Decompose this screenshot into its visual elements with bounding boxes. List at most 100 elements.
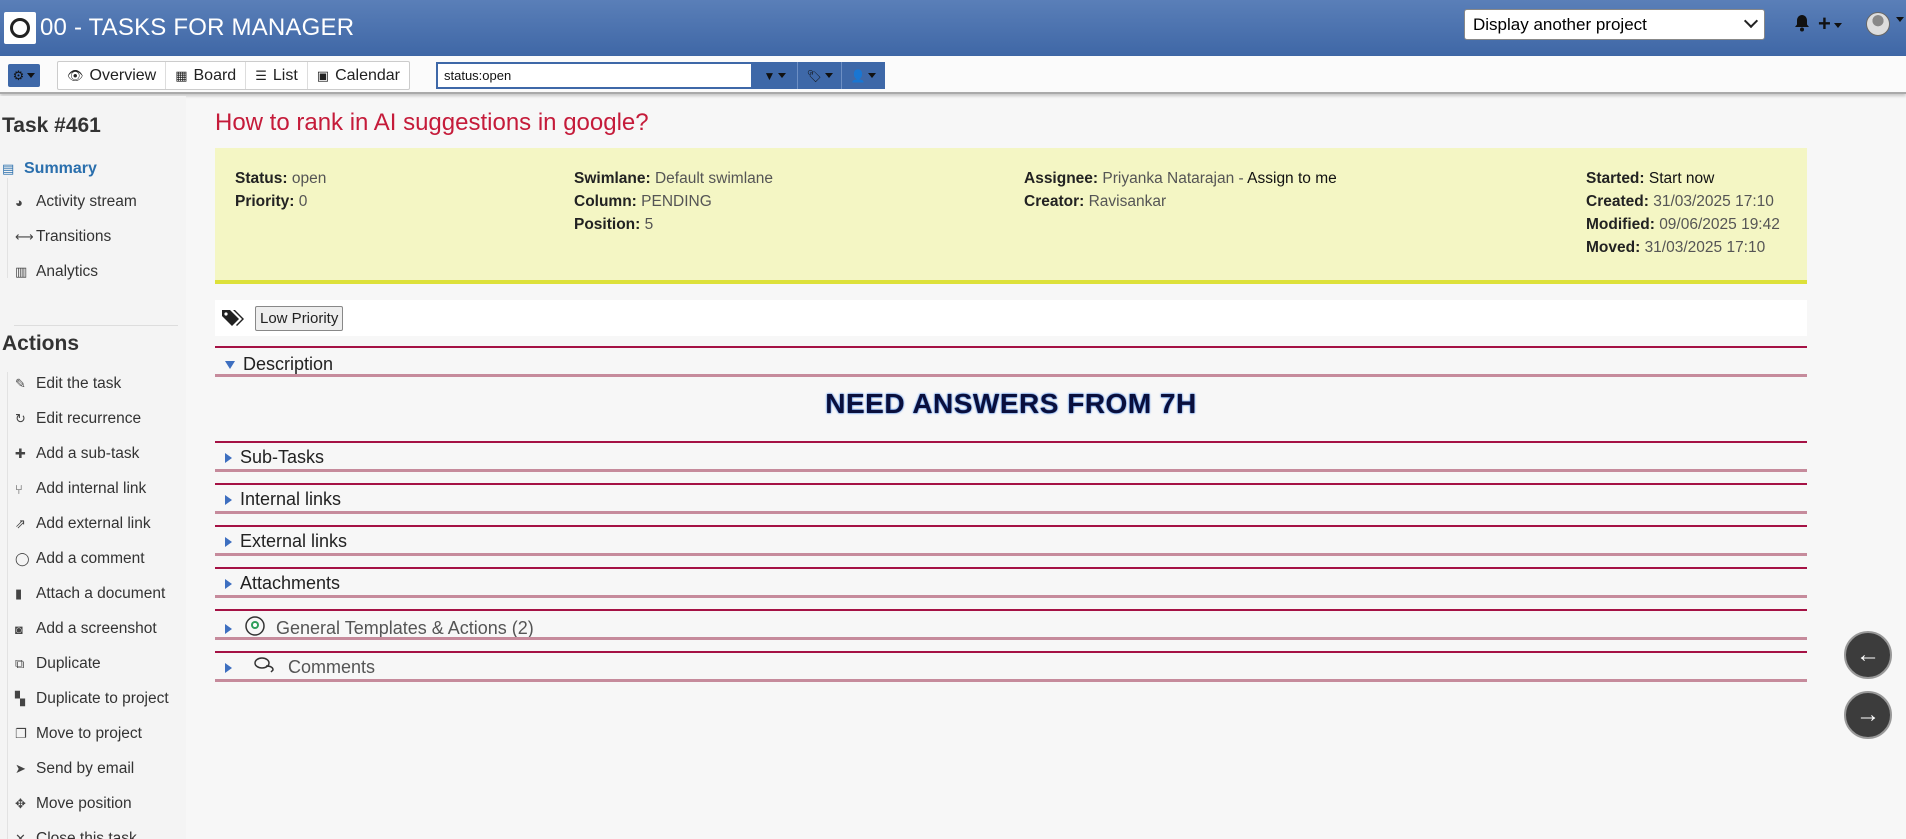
close-icon: ✕ <box>15 831 26 839</box>
action-add-external-link[interactable]: ⇗ Add external link <box>15 515 151 533</box>
section-title: Description <box>243 354 334 374</box>
list-icon: ☰ <box>255 67 267 83</box>
action-add-subtask[interactable]: ✚ Add a sub-task <box>15 445 139 463</box>
action-label: Add internal link <box>36 480 147 497</box>
arrows-horizontal-icon: ⟷ <box>15 229 34 244</box>
eye-icon: 👁 <box>67 67 84 83</box>
view-label: Calendar <box>335 66 400 84</box>
view-overview-button[interactable]: 👁 Overview <box>58 62 167 89</box>
tag-filter-button[interactable]: 🏷 <box>797 62 841 89</box>
clone-icon: ❐ <box>15 726 27 741</box>
action-label: Attach a document <box>36 585 166 602</box>
user-filter-button[interactable]: 👤 <box>841 62 885 89</box>
paper-plane-icon: ➤ <box>15 761 26 776</box>
action-duplicate[interactable]: ⧉ Duplicate <box>15 655 101 673</box>
moved-field: Moved: 31/03/2025 17:10 <box>1586 239 1766 256</box>
view-label: Overview <box>89 66 157 84</box>
tag-icon: 🏷 <box>806 68 822 83</box>
search-input[interactable]: status:open <box>436 62 753 89</box>
project-select-dropdown[interactable]: Display another project <box>1464 9 1765 40</box>
settings-menu-button[interactable]: ⚙ <box>8 64 40 87</box>
action-label: Edit recurrence <box>36 410 142 427</box>
sidebar-item-analytics[interactable]: ▥ Analytics <box>15 263 98 281</box>
section-title: Comments <box>288 657 376 677</box>
copy-icon: ⧉ <box>15 656 25 671</box>
comments-icon <box>254 657 274 678</box>
action-add-screenshot[interactable]: ◙ Add a screenshot <box>15 620 157 638</box>
tag-low-priority[interactable]: Low Priority <box>255 306 344 331</box>
plus-icon: ✚ <box>15 446 26 461</box>
action-edit-recurrence[interactable]: ↻ Edit recurrence <box>15 410 141 428</box>
view-switcher: 👁 Overview ▦ Board ☰ List ▣ Calendar <box>57 61 410 90</box>
action-move-position[interactable]: ✥ Move position <box>15 795 132 813</box>
action-label: Close this task <box>36 830 137 839</box>
user-icon: 👤 <box>850 68 866 83</box>
tags-icon <box>221 309 245 332</box>
sidebar-item-transitions[interactable]: ⟷ Transitions <box>15 228 111 246</box>
tags-bar: Low Priority <box>215 300 1807 336</box>
section-description-toggle[interactable]: Description <box>215 354 333 375</box>
section-comments-toggle[interactable]: Comments <box>215 657 375 678</box>
chevron-down-icon <box>1743 13 1759 29</box>
sidebar-item-summary[interactable]: ▤ Summary <box>2 160 97 178</box>
project-select-value: Display another project <box>1473 14 1647 34</box>
action-add-internal-link[interactable]: ⑂ Add internal link <box>15 480 146 498</box>
action-add-comment[interactable]: ◯ Add a comment <box>15 550 145 568</box>
section-attachments-toggle[interactable]: Attachments <box>215 573 340 594</box>
view-list-button[interactable]: ☰ List <box>246 62 308 89</box>
action-label: Duplicate <box>36 655 101 672</box>
action-label: Send by email <box>36 760 135 777</box>
action-label: Add external link <box>36 515 151 532</box>
toolbar: ⚙ 👁 Overview ▦ Board ☰ List ▣ Calendar s… <box>0 56 1906 94</box>
section-subtasks-toggle[interactable]: Sub-Tasks <box>215 447 324 468</box>
external-link-icon: ⇗ <box>15 516 26 531</box>
start-now-link[interactable]: Start now <box>1649 170 1714 187</box>
dashboard-icon: ◕ <box>15 194 23 210</box>
action-attach-document[interactable]: ▮ Attach a document <box>15 585 165 603</box>
action-edit-task[interactable]: ✎ Edit the task <box>15 375 121 393</box>
collapsed-triangle-icon <box>225 662 232 673</box>
action-label: Move position <box>36 795 132 812</box>
file-icon: ▮ <box>15 586 23 601</box>
comment-icon: ◯ <box>15 551 30 566</box>
section-title: Attachments <box>240 573 341 593</box>
action-move-to-project[interactable]: ❐ Move to project <box>15 725 142 743</box>
action-send-by-email[interactable]: ➤ Send by email <box>15 760 134 778</box>
sidebar-item-activity-stream[interactable]: ◕ Activity stream <box>15 193 137 211</box>
section-title: General Templates & Actions (2) <box>276 618 534 638</box>
sidebar-item-label: Summary <box>24 160 97 177</box>
view-label: Board <box>193 66 237 84</box>
view-label: List <box>272 66 298 84</box>
previous-task-button[interactable]: ← <box>1844 631 1892 679</box>
sidebar-item-label: Analytics <box>36 263 99 280</box>
action-label: Add a sub-task <box>36 445 140 462</box>
bar-chart-icon: ▥ <box>15 264 28 279</box>
section-external-links-toggle[interactable]: External links <box>215 531 347 552</box>
section-internal-links-toggle[interactable]: Internal links <box>215 489 341 510</box>
filter-icon: ▼ <box>763 68 776 83</box>
avatar[interactable] <box>1866 12 1890 36</box>
action-duplicate-to-project[interactable]: ▚ Duplicate to project <box>15 690 169 708</box>
swimlane-field: Swimlane: Default swimlane <box>574 170 774 187</box>
view-board-button[interactable]: ▦ Board <box>166 62 247 89</box>
assign-to-me-link[interactable]: Assign to me <box>1247 170 1337 187</box>
summary-icon: ▤ <box>2 161 15 176</box>
arrows-move-icon: ✥ <box>15 796 26 811</box>
plus-menu-icon[interactable]: + <box>1818 11 1842 37</box>
avatar-caret-icon[interactable] <box>1893 14 1904 25</box>
expanded-triangle-icon <box>225 360 235 369</box>
app-logo[interactable] <box>4 12 36 44</box>
sidebar-item-label: Transitions <box>36 228 112 245</box>
next-task-button[interactable]: → <box>1844 691 1892 739</box>
action-close-task[interactable]: ✕ Close this task <box>15 830 137 839</box>
collapsed-triangle-icon <box>225 578 232 589</box>
filter-menu-button[interactable]: ▼ <box>753 62 797 89</box>
task-summary-panel: Status: open Priority: 0 Swimlane: Defau… <box>215 148 1807 284</box>
filter-buttons: ▼ 🏷 👤 <box>753 62 885 89</box>
collapsed-triangle-icon <box>225 494 232 505</box>
collapsed-triangle-icon <box>225 536 232 547</box>
sidebar: Task #461 ▤ Summary ◕ Activity stream ⟷ … <box>0 96 186 839</box>
bell-icon[interactable] <box>1794 14 1810 37</box>
view-calendar-button[interactable]: ▣ Calendar <box>308 62 409 89</box>
project-title: 00 - TASKS FOR MANAGER <box>40 14 355 41</box>
